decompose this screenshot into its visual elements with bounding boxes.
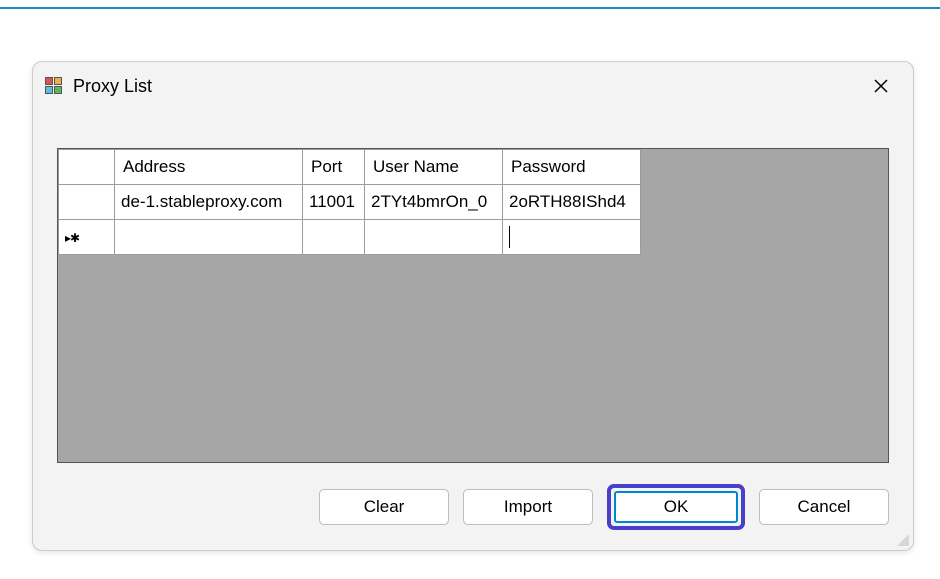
title-bar: Proxy List bbox=[33, 62, 913, 108]
proxy-list-dialog: Proxy List Address Port User Name Passwo… bbox=[32, 61, 914, 551]
new-cell-port[interactable] bbox=[303, 220, 365, 255]
close-icon bbox=[873, 78, 889, 94]
new-row[interactable]: ▸✱ bbox=[59, 220, 641, 255]
close-button[interactable] bbox=[865, 70, 897, 102]
table-row[interactable]: de-1.stableproxy.com 11001 2TYt4bmrOn_0 … bbox=[59, 185, 641, 220]
column-header-username[interactable]: User Name bbox=[365, 150, 503, 185]
clear-button[interactable]: Clear bbox=[319, 489, 449, 525]
new-cell-username[interactable] bbox=[365, 220, 503, 255]
column-header-port[interactable]: Port bbox=[303, 150, 365, 185]
dialog-button-bar: Clear Import OK Cancel bbox=[319, 484, 889, 530]
cancel-button[interactable]: Cancel bbox=[759, 489, 889, 525]
new-cell-password[interactable] bbox=[503, 220, 641, 255]
app-top-border bbox=[0, 7, 940, 9]
column-header-password[interactable]: Password bbox=[503, 150, 641, 185]
proxy-table: Address Port User Name Password de-1.sta… bbox=[58, 149, 641, 255]
cell-password[interactable]: 2oRTH88IShd4 bbox=[503, 185, 641, 220]
header-row: Address Port User Name Password bbox=[59, 150, 641, 185]
proxy-grid[interactable]: Address Port User Name Password de-1.sta… bbox=[57, 148, 889, 463]
row-selector-header[interactable] bbox=[59, 150, 115, 185]
ok-button-highlight: OK bbox=[607, 484, 745, 530]
resize-grip-icon[interactable] bbox=[895, 532, 909, 546]
ok-button[interactable]: OK bbox=[614, 491, 738, 523]
column-header-address[interactable]: Address bbox=[115, 150, 303, 185]
cell-address[interactable]: de-1.stableproxy.com bbox=[115, 185, 303, 220]
cell-username[interactable]: 2TYt4bmrOn_0 bbox=[365, 185, 503, 220]
import-button[interactable]: Import bbox=[463, 489, 593, 525]
new-cell-address[interactable] bbox=[115, 220, 303, 255]
cell-port[interactable]: 11001 bbox=[303, 185, 365, 220]
new-row-indicator-icon: ▸✱ bbox=[65, 231, 79, 245]
row-selector-cell[interactable] bbox=[59, 185, 115, 220]
text-cursor bbox=[509, 226, 510, 248]
dialog-title: Proxy List bbox=[73, 76, 865, 97]
new-row-selector[interactable]: ▸✱ bbox=[59, 220, 115, 255]
app-icon bbox=[45, 77, 63, 95]
